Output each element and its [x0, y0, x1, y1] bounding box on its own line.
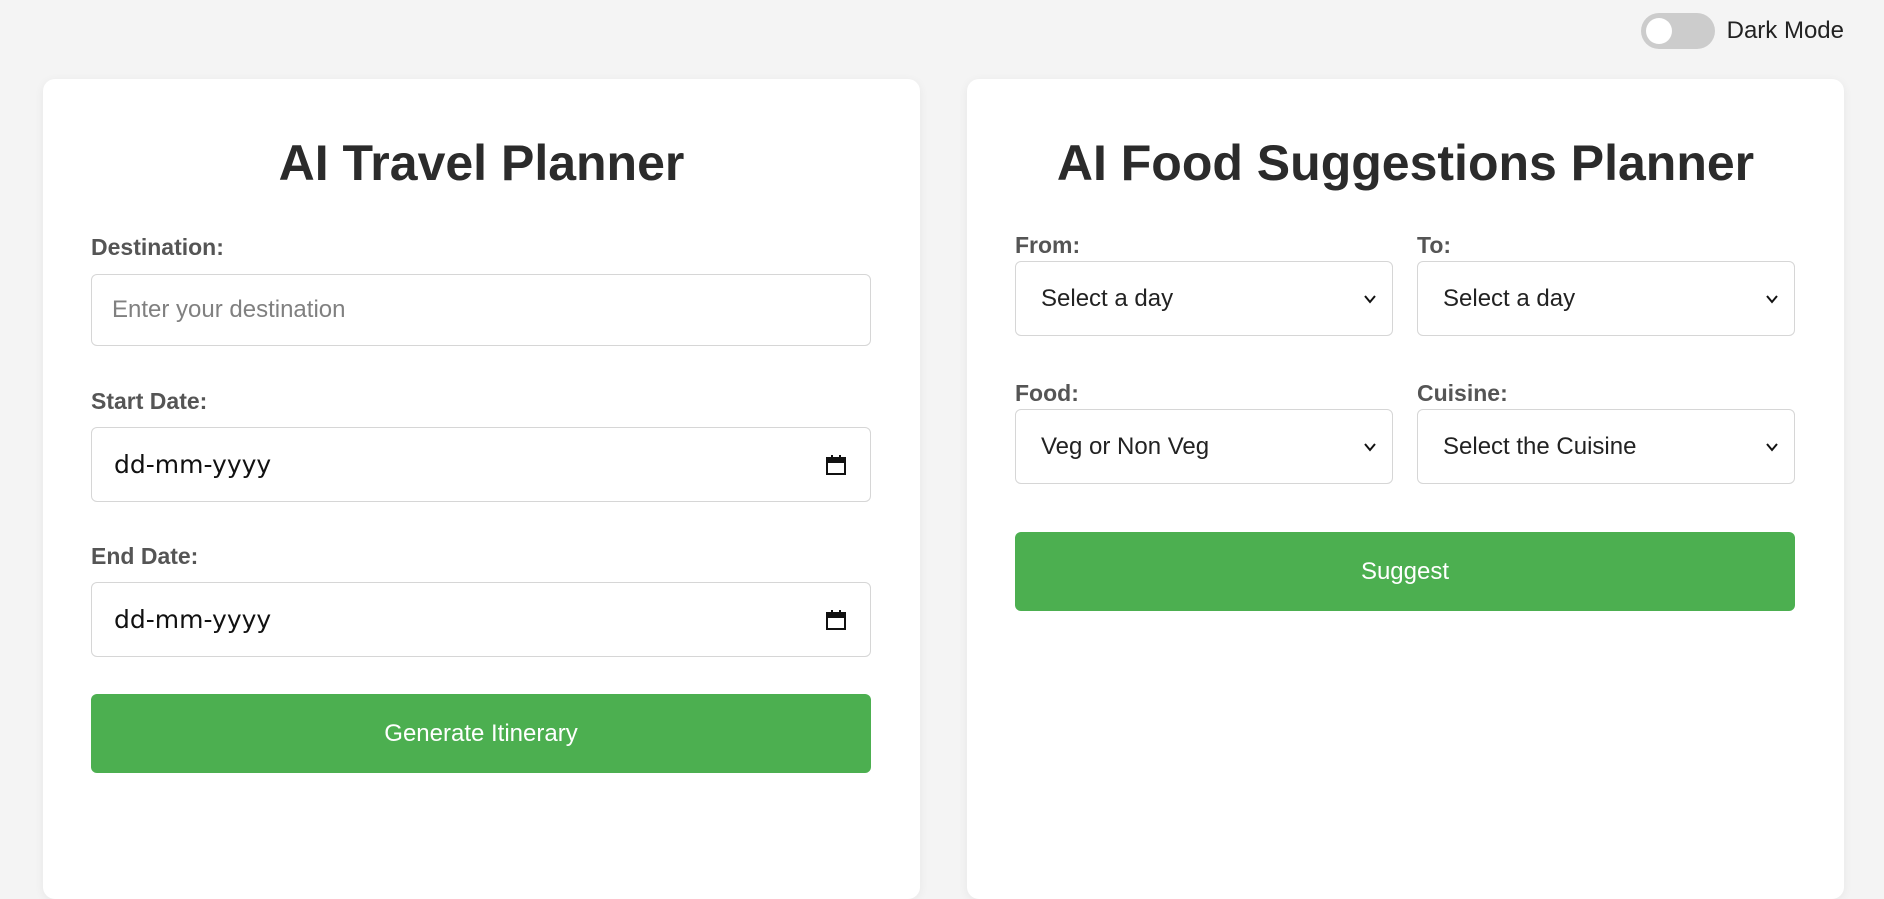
start-date-label: Start Date: [91, 388, 208, 414]
chevron-down-icon [1364, 294, 1376, 304]
to-label: To: [1417, 232, 1452, 258]
chevron-down-icon [1766, 442, 1778, 452]
chevron-down-icon [1766, 294, 1778, 304]
to-day-select[interactable]: Select a day [1417, 261, 1795, 336]
end-date-input[interactable]: dd-mm-yyyy [91, 582, 871, 657]
dark-mode-label: Dark Mode [1726, 17, 1844, 44]
food-planner-card: AI Food Suggestions Planner From: Select… [967, 79, 1844, 899]
chevron-down-icon [1364, 442, 1376, 452]
calendar-icon[interactable] [824, 608, 848, 632]
food-type-select[interactable]: Veg or Non Veg [1015, 409, 1393, 484]
end-date-value: dd-mm-yyyy [114, 605, 272, 634]
generate-itinerary-button[interactable]: Generate Itinerary [91, 694, 871, 773]
toggle-knob [1645, 18, 1672, 44]
dark-mode-toggle-group: Dark Mode [1640, 6, 1844, 56]
cuisine-value: Select the Cuisine [1443, 432, 1637, 460]
destination-input[interactable] [91, 274, 871, 346]
travel-planner-title: AI Travel Planner [278, 135, 685, 191]
from-day-select[interactable]: Select a day [1015, 261, 1393, 336]
from-label: From: [1015, 232, 1081, 258]
destination-label: Destination: [91, 234, 224, 260]
start-date-value: dd-mm-yyyy [114, 450, 272, 479]
calendar-icon[interactable] [824, 453, 848, 477]
end-date-label: End Date: [91, 543, 199, 569]
food-planner-title: AI Food Suggestions Planner [1056, 135, 1755, 191]
food-label: Food: [1015, 380, 1079, 406]
dark-mode-toggle[interactable] [1640, 13, 1715, 49]
to-day-value: Select a day [1443, 284, 1576, 312]
suggest-button[interactable]: Suggest [1015, 532, 1795, 611]
start-date-input[interactable]: dd-mm-yyyy [91, 427, 871, 502]
travel-planner-card: AI Travel Planner Destination: Start Dat… [43, 79, 920, 899]
from-day-value: Select a day [1041, 284, 1174, 312]
food-type-value: Veg or Non Veg [1041, 432, 1210, 460]
cuisine-select[interactable]: Select the Cuisine [1417, 409, 1795, 484]
cuisine-label: Cuisine: [1417, 380, 1508, 406]
